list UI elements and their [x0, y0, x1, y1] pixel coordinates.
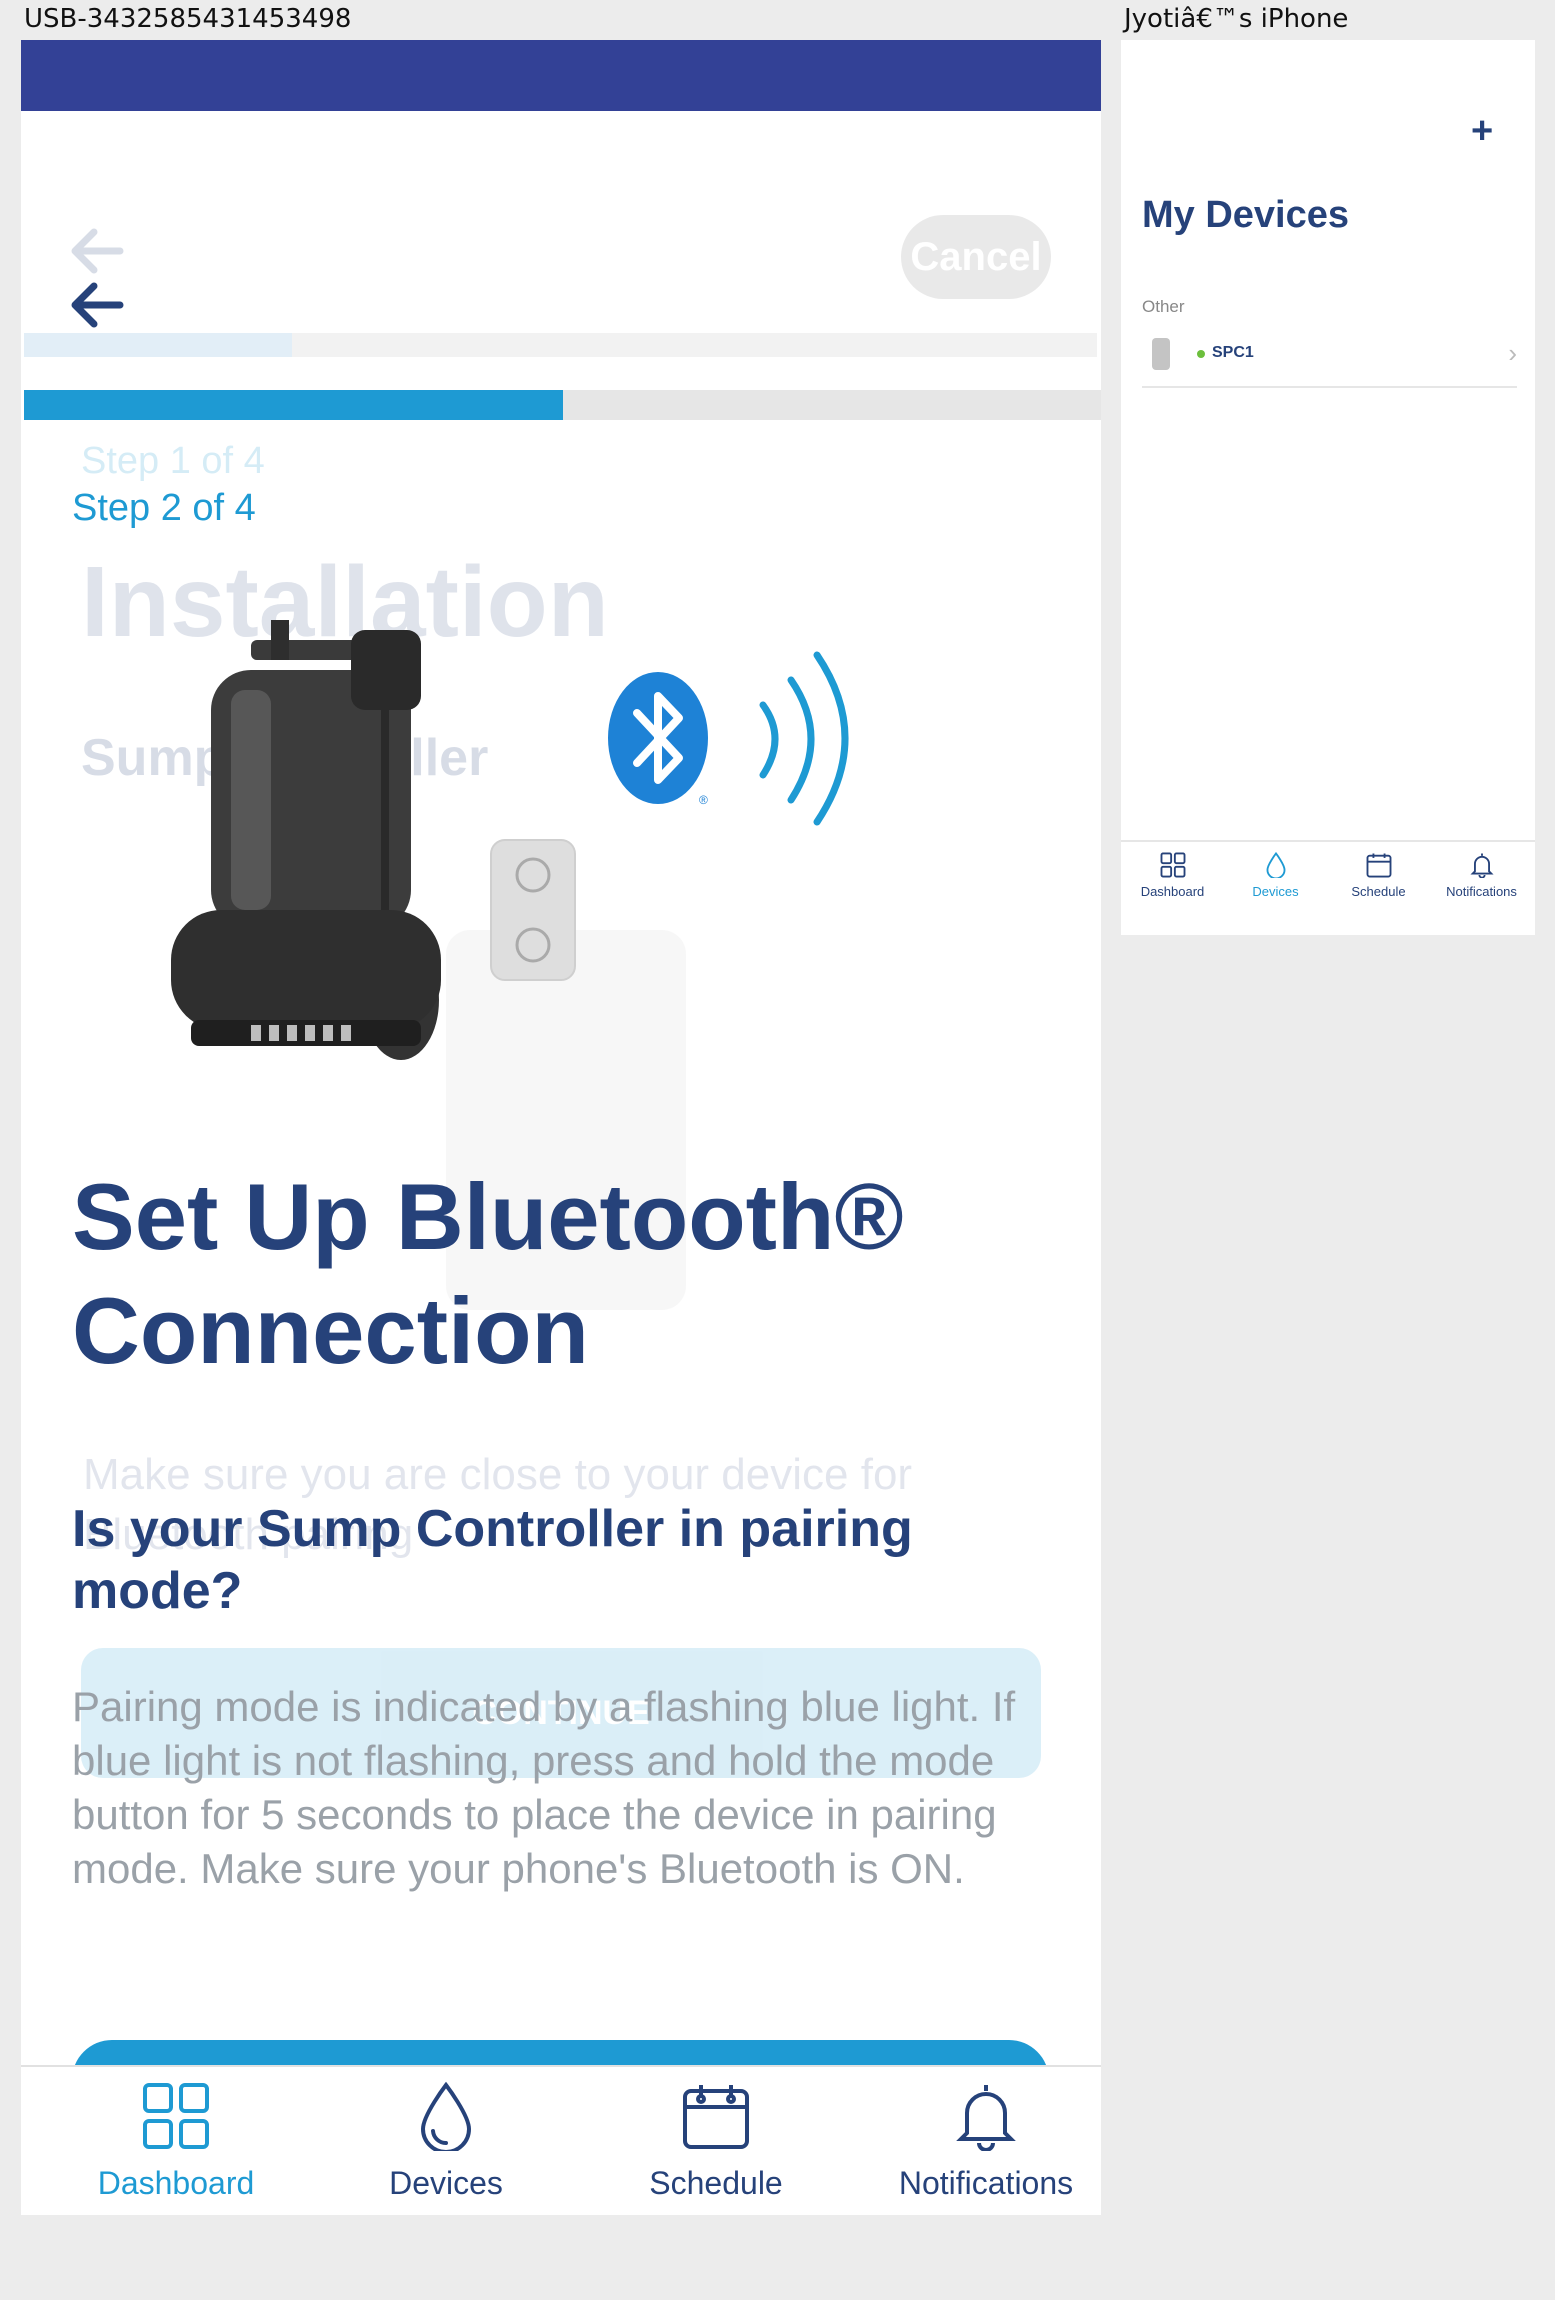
svg-text:®: ®	[699, 793, 708, 807]
tab-notifications[interactable]: Notifications	[1430, 852, 1533, 899]
tab-dashboard[interactable]: Dashboard	[41, 2081, 311, 2202]
tab-bar: Dashboard Devices Schedule Notifications	[21, 2065, 1101, 2215]
tab-schedule[interactable]: Schedule	[581, 2081, 851, 2202]
bell-icon	[1430, 852, 1533, 878]
device-label-right: Jyotiâ€™s iPhone	[1124, 4, 1349, 34]
section-header: Other	[1142, 297, 1185, 316]
ghost-progress-bar	[24, 333, 1097, 357]
sump-pump-image	[171, 620, 441, 1060]
calendar-icon	[1327, 852, 1430, 878]
arrow-left-icon	[68, 282, 126, 334]
tab-devices[interactable]: Devices	[1224, 852, 1327, 899]
tab-label: Notifications	[898, 2165, 1074, 2201]
progress-bar	[24, 390, 1101, 420]
tab-label: Dashboard	[97, 2165, 255, 2201]
devices-title: My Devices	[1142, 194, 1350, 236]
signal-waves-icon	[759, 651, 849, 826]
tab-schedule[interactable]: Schedule	[1327, 852, 1430, 899]
step-label: Step 2 of 4	[72, 487, 256, 529]
status-bar	[21, 40, 1101, 111]
pairing-instructions: Pairing mode is indicated by a flashing …	[72, 1683, 1016, 1892]
grid-icon	[41, 2081, 311, 2151]
device-thumbnail	[1152, 338, 1170, 370]
add-device-button[interactable]: +	[1471, 110, 1493, 153]
bluetooth-icon: ®	[608, 672, 708, 807]
grid-icon	[1121, 852, 1224, 878]
chevron-right-icon: ›	[1508, 338, 1517, 368]
controller-outlet-image	[490, 839, 576, 981]
tab-label: Dashboard	[1140, 884, 1205, 899]
tab-dashboard[interactable]: Dashboard	[1121, 852, 1224, 899]
ghost-back-icon	[68, 226, 126, 281]
device-name: SPC1	[1212, 344, 1254, 361]
tab-label: Notifications	[1446, 884, 1517, 899]
device-label-left: USB-3432585431453498	[24, 4, 352, 34]
tab-label: Devices	[1252, 884, 1299, 899]
tab-bar: Dashboard Devices Schedule Notifications	[1121, 840, 1535, 935]
bell-icon	[851, 2081, 1101, 2151]
drop-icon	[311, 2081, 581, 2151]
device-row[interactable]: SPC1 ›	[1142, 330, 1517, 388]
ghost-cancel-button: Cancel	[901, 215, 1051, 299]
back-button[interactable]	[68, 280, 126, 335]
tab-label: Schedule	[1351, 884, 1406, 899]
calendar-icon	[581, 2081, 851, 2151]
pump-bluetooth-illustration: ®	[171, 620, 849, 1060]
tab-label: Devices	[389, 2165, 503, 2201]
tab-devices[interactable]: Devices	[311, 2081, 581, 2202]
pairing-question: Is your Sump Controller in pairing mode?	[72, 1500, 913, 1620]
status-dot	[1197, 350, 1205, 358]
tab-label: Schedule	[649, 2165, 783, 2201]
tab-notifications[interactable]: Notifications	[851, 2081, 1101, 2202]
ghost-step-label: Step 1 of 4	[81, 440, 265, 482]
phone-screen-devices: + My Devices Other SPC1 › Dashboard Devi…	[1121, 40, 1535, 935]
page-title: Set Up Bluetooth® Connection	[72, 1164, 904, 1383]
drop-icon	[1224, 852, 1327, 878]
phone-screen-setup: Cancel Step 1 of 4 Installation Sump Con…	[21, 40, 1101, 2215]
